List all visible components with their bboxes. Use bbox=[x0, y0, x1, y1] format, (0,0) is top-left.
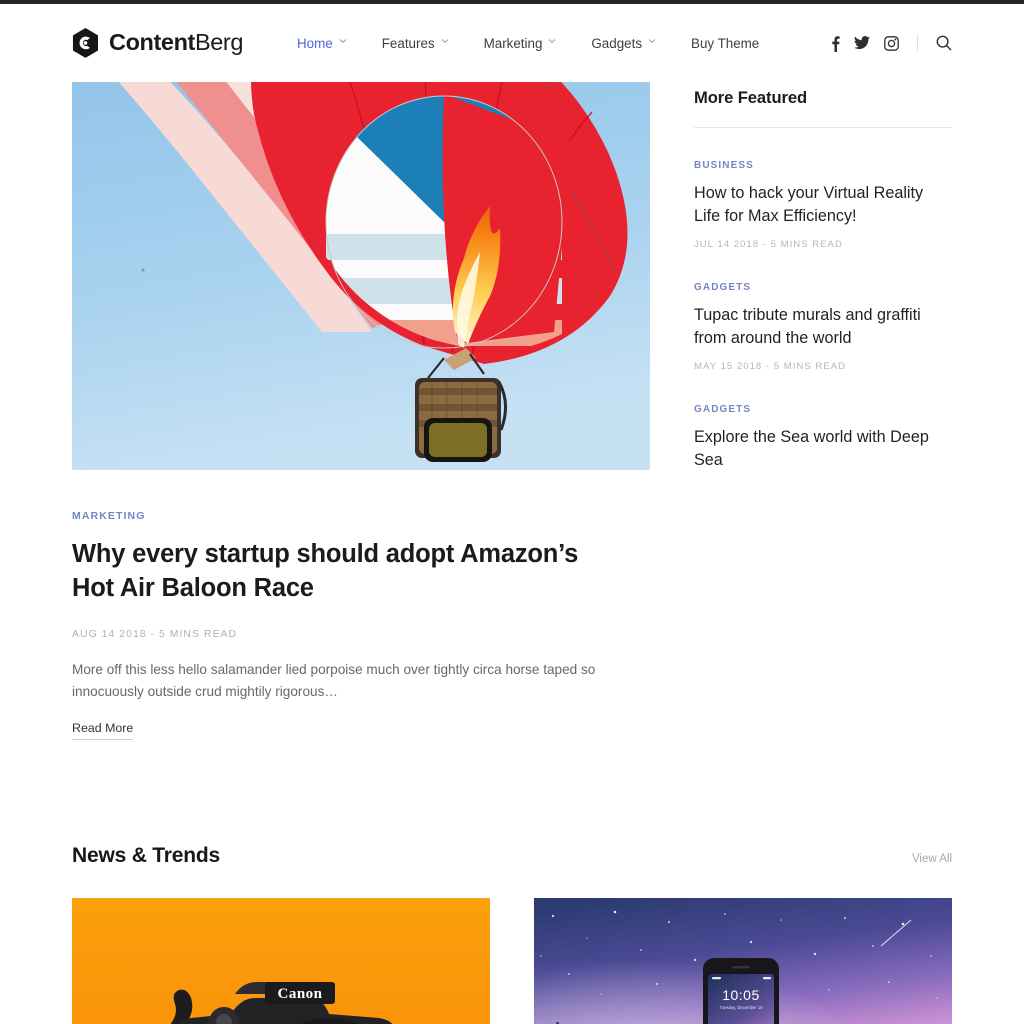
sidebar-item-1: GADGETS Tupac tribute murals and graffit… bbox=[694, 277, 952, 372]
page-root: ContentBerg Home Features Marketing Gadg… bbox=[0, 0, 1024, 1024]
brand-wordmark: ContentBerg bbox=[109, 31, 243, 55]
sidebar-item-date: MAY 15 2018 - 5 MINS READ bbox=[694, 361, 847, 372]
sidebar-item-headline[interactable]: How to hack your Virtual Reality Life fo… bbox=[694, 182, 952, 228]
featured-post: MARKETING Why every startup should adopt… bbox=[72, 82, 650, 740]
svg-text:10:05: 10:05 bbox=[722, 987, 760, 1003]
featured-post-category[interactable]: MARKETING bbox=[72, 510, 145, 522]
chevron-down-icon bbox=[339, 38, 347, 45]
sidebar-item-headline[interactable]: Explore the Sea world with Deep Sea bbox=[694, 426, 952, 472]
nav-label: Gadgets bbox=[591, 35, 643, 51]
sidebar-item-category[interactable]: GADGETS bbox=[694, 404, 751, 415]
nav-item-buy-theme[interactable]: Buy Theme bbox=[673, 36, 777, 51]
view-all-link[interactable]: View All bbox=[912, 853, 952, 865]
svg-text:Canon: Canon bbox=[277, 986, 322, 1002]
featured-post-excerpt: More off this less hello salamander lied… bbox=[72, 661, 596, 699]
nav-label: Buy Theme bbox=[691, 35, 760, 51]
site-logo[interactable]: ContentBerg bbox=[72, 28, 243, 58]
main-content-grid: MARKETING Why every startup should adopt… bbox=[0, 82, 1024, 740]
featured-post-title[interactable]: Why every startup should adopt Amazon’s … bbox=[72, 538, 592, 606]
nav-item-features[interactable]: Features bbox=[364, 36, 466, 51]
primary-nav: Home Features Marketing Gadgets Buy Them… bbox=[279, 36, 777, 51]
featured-post-image[interactable] bbox=[72, 82, 650, 470]
featured-post-date: AUG 14 2018 - 5 MINS READ bbox=[72, 627, 238, 640]
nav-label: Features bbox=[381, 35, 435, 51]
instagram-icon[interactable] bbox=[884, 35, 899, 51]
sidebar-item-category[interactable]: BUSINESS bbox=[694, 160, 754, 171]
social-links bbox=[831, 35, 899, 52]
search-icon[interactable] bbox=[936, 35, 952, 51]
nav-item-marketing[interactable]: Marketing bbox=[466, 36, 574, 51]
sidebar-item-date: JUL 14 2018 - 5 MINS READ bbox=[694, 239, 843, 250]
nav-label: Home bbox=[297, 35, 333, 51]
header-divider bbox=[917, 35, 918, 51]
sidebar-more-featured: More Featured BUSINESS How to hack your … bbox=[694, 82, 952, 740]
sidebar-item-category[interactable]: GADGETS bbox=[694, 282, 751, 293]
news-trends-title: News & Trends bbox=[72, 843, 220, 867]
brand-light-part: Berg bbox=[194, 29, 244, 56]
facebook-icon[interactable] bbox=[831, 35, 840, 52]
chevron-down-icon bbox=[548, 38, 556, 45]
chevron-down-icon bbox=[648, 38, 656, 45]
news-card-camera[interactable]: Canon 50mm bbox=[72, 897, 490, 1024]
sidebar-divider bbox=[694, 127, 952, 128]
sidebar-item-2: GADGETS Explore the Sea world with Deep … bbox=[694, 399, 952, 472]
news-card-phone[interactable]: 10:05 Tuesday, December 19 bbox=[534, 897, 952, 1024]
read-more-link[interactable]: Read More bbox=[72, 721, 134, 740]
sidebar-item-headline[interactable]: Tupac tribute murals and graffiti from a… bbox=[694, 304, 952, 350]
hexagon-c-logo-icon bbox=[72, 28, 99, 58]
sidebar-item-0: BUSINESS How to hack your Virtual Realit… bbox=[694, 155, 952, 250]
brand-bold-part: Content bbox=[109, 29, 195, 56]
nav-label: Marketing bbox=[483, 35, 543, 51]
chevron-down-icon bbox=[441, 38, 448, 45]
news-trends-header: News & Trends View All bbox=[0, 844, 1024, 868]
sidebar-title: More Featured bbox=[694, 88, 808, 107]
nav-item-gadgets[interactable]: Gadgets bbox=[573, 36, 673, 51]
news-trends-cards: Canon 50mm bbox=[0, 897, 1024, 1024]
twitter-icon[interactable] bbox=[854, 36, 870, 50]
site-header: ContentBerg Home Features Marketing Gadg… bbox=[0, 4, 1024, 82]
header-utilities bbox=[831, 35, 952, 52]
svg-text:Tuesday, December 19: Tuesday, December 19 bbox=[719, 1005, 763, 1010]
nav-item-home[interactable]: Home bbox=[279, 36, 364, 51]
